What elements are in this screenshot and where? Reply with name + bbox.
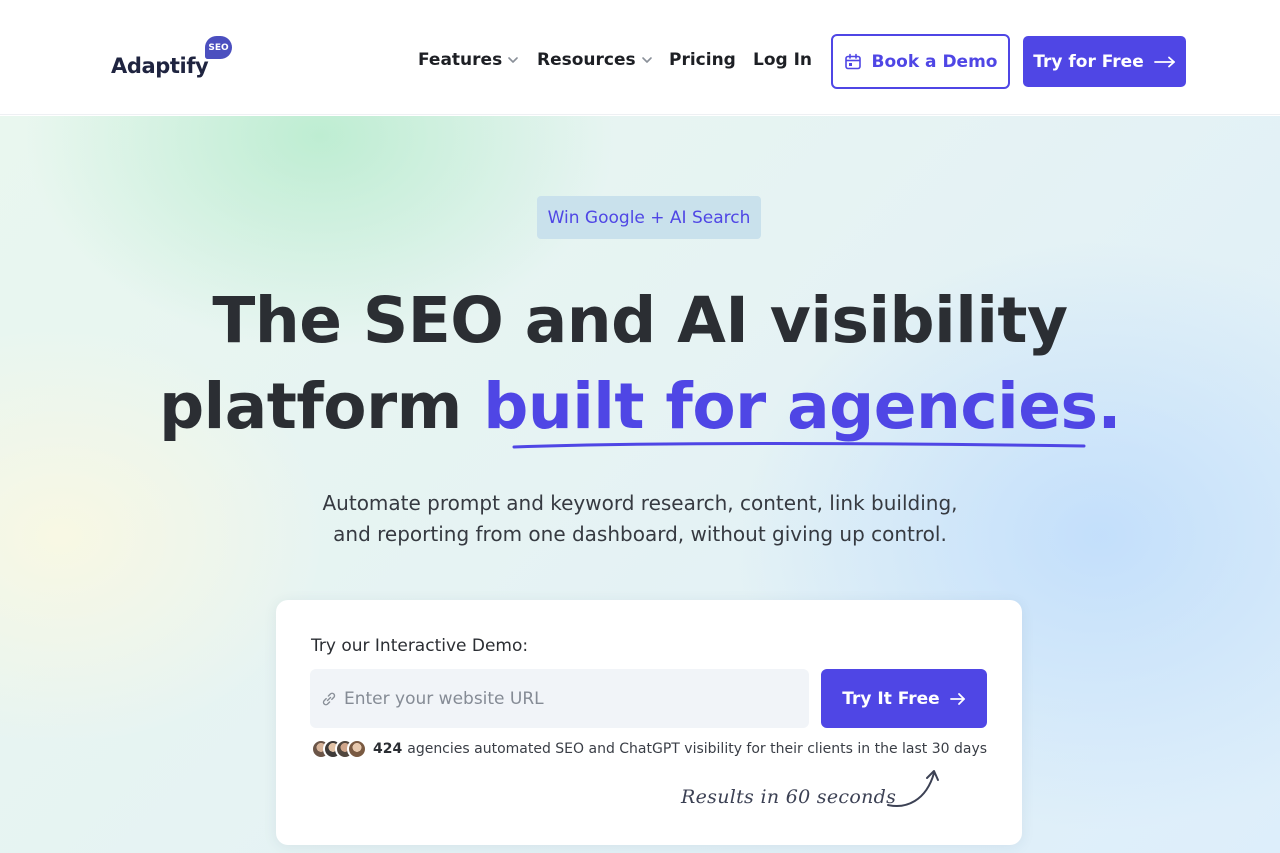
chevron-down-icon bbox=[641, 57, 652, 63]
nav-login-label: Log In bbox=[753, 50, 813, 70]
headline-underline bbox=[512, 441, 1086, 449]
link-icon bbox=[322, 692, 336, 705]
arrow-right-icon bbox=[949, 692, 965, 705]
nav-pricing[interactable]: Pricing bbox=[669, 50, 736, 70]
book-demo-button[interactable]: Book a Demo bbox=[831, 34, 1010, 89]
nav-pricing-label: Pricing bbox=[669, 50, 736, 70]
curved-arrow-icon bbox=[887, 770, 939, 807]
brand-seo-badge: SEO bbox=[205, 36, 232, 59]
headline-accent: built for agencies. bbox=[483, 370, 1121, 443]
subhead-line2: and reporting from one dashboard, withou… bbox=[333, 522, 947, 546]
book-demo-label: Book a Demo bbox=[871, 51, 998, 72]
demo-card-title: Try our Interactive Demo: bbox=[311, 636, 529, 656]
calendar-icon bbox=[844, 53, 861, 69]
brand-name: Adaptify bbox=[111, 54, 209, 78]
nav-features-label: Features bbox=[418, 50, 503, 70]
try-it-free-label: Try It Free bbox=[842, 688, 940, 709]
agency-count: 424 bbox=[373, 741, 403, 757]
website-url-input[interactable] bbox=[344, 678, 794, 719]
nav-resources[interactable]: Resources bbox=[537, 50, 653, 70]
subhead-line1: Automate prompt and keyword research, co… bbox=[322, 491, 958, 515]
chevron-down-icon bbox=[508, 57, 518, 63]
site-header: Adaptify SEO Features Resources Pricing … bbox=[0, 0, 1280, 115]
url-input-wrapper[interactable] bbox=[310, 669, 809, 728]
try-for-free-label: Try for Free bbox=[1033, 51, 1144, 72]
results-note: Results in 60 seconds bbox=[681, 786, 897, 808]
interactive-demo-card: Try our Interactive Demo: Try It Free bbox=[276, 600, 1022, 845]
hero-headline: The SEO and AI visibility platform built… bbox=[140, 278, 1140, 450]
hero-section: Win Google + AI Search The SEO and AI vi… bbox=[0, 116, 1280, 853]
brand-logo[interactable]: Adaptify SEO bbox=[111, 36, 241, 84]
try-it-free-button[interactable]: Try It Free bbox=[821, 669, 987, 728]
avatar bbox=[347, 739, 367, 759]
try-for-free-button[interactable]: Try for Free bbox=[1023, 36, 1186, 87]
social-proof: 424 agencies automated SEO and ChatGPT v… bbox=[311, 738, 987, 760]
social-proof-text: agencies automated SEO and ChatGPT visib… bbox=[407, 741, 988, 757]
nav-features[interactable]: Features bbox=[418, 50, 519, 70]
nav-resources-label: Resources bbox=[537, 50, 636, 70]
headline-line2-plain: platform bbox=[159, 370, 484, 443]
customer-avatars bbox=[311, 739, 367, 759]
hero-badge: Win Google + AI Search bbox=[537, 196, 761, 239]
nav-login[interactable]: Log In bbox=[753, 50, 812, 70]
arrow-right-icon bbox=[1153, 56, 1175, 67]
hero-subhead: Automate prompt and keyword research, co… bbox=[240, 488, 1040, 550]
headline-line1: The SEO and AI visibility bbox=[212, 284, 1068, 357]
